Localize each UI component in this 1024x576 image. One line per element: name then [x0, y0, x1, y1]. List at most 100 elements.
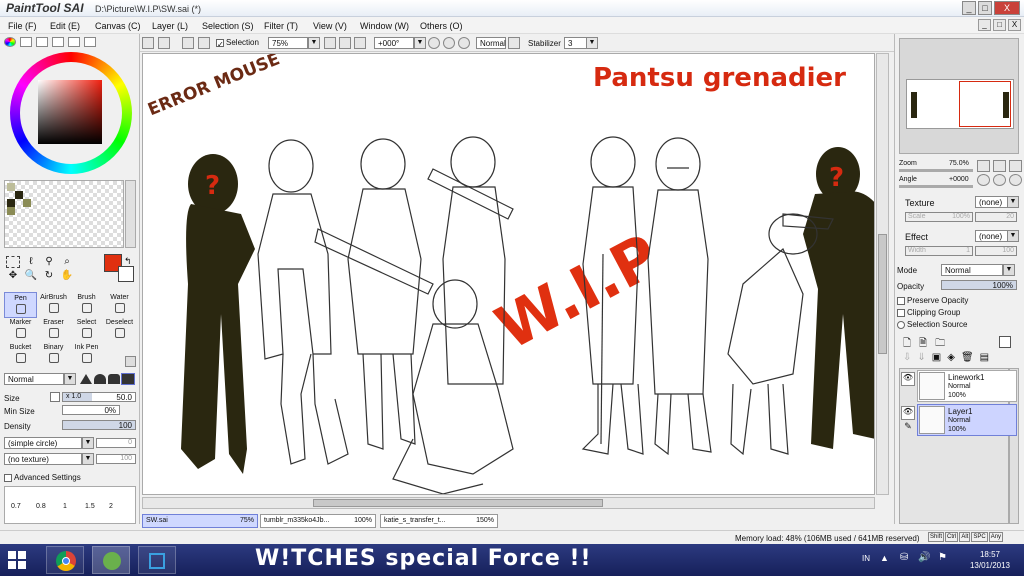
advanced-settings-toggle[interactable]: Advanced Settings — [4, 473, 81, 482]
maximize-button[interactable]: □ — [978, 1, 992, 15]
color-wheel-tab-icon[interactable] — [4, 37, 16, 47]
doc-minimize-button[interactable]: _ — [978, 19, 991, 31]
tool-marker[interactable]: Marker — [4, 317, 37, 343]
edge-hard-icon[interactable] — [80, 374, 92, 384]
canvas-vertical-scrollbar[interactable] — [876, 53, 889, 495]
menu-layer[interactable]: Layer (L) — [152, 21, 188, 31]
selection-source-radio[interactable] — [897, 320, 905, 329]
eye-icon[interactable]: 👁 — [901, 372, 915, 386]
windows-start-icon[interactable] — [8, 551, 26, 569]
menu-others[interactable]: Others (O) — [420, 21, 463, 31]
apply-mask-icon[interactable]: ▣ — [932, 352, 941, 363]
explorer-taskbar-icon[interactable] — [138, 546, 176, 574]
rotate-icon[interactable]: ↻ — [42, 270, 56, 282]
nav-rotate-reset-button[interactable] — [1009, 174, 1022, 186]
merge-down-icon[interactable]: ⇓ — [917, 352, 925, 363]
size-preset-0-7[interactable]: 0.7 — [11, 503, 21, 510]
menu-canvas[interactable]: Canvas (C) — [95, 21, 141, 31]
nav-angle-slider[interactable] — [899, 185, 973, 188]
user-swatch-tab-icon[interactable] — [84, 37, 96, 47]
brush-shape-select[interactable]: (simple circle) — [4, 437, 82, 449]
size-preset-0-8[interactable]: 0.8 — [36, 503, 46, 510]
edge-flat-icon[interactable] — [121, 373, 135, 385]
effect-width-slider[interactable]: Width 1 — [905, 246, 973, 256]
new-folder-icon[interactable]: 🗀 — [935, 336, 945, 353]
minimize-button[interactable]: _ — [962, 1, 976, 15]
transfer-down-icon[interactable]: ⇩ — [903, 352, 911, 363]
document-tab-katie[interactable]: katie_s_transfer_t... 150% — [380, 514, 498, 528]
swatches-tab-icon[interactable] — [52, 37, 64, 47]
drawing-canvas[interactable]: ERROR MOUSE Pantsu grenadier W.I.P ? ? — [142, 53, 875, 495]
preserve-opacity-option[interactable]: Preserve Opacity — [897, 296, 968, 305]
nav-zoom-reset-button[interactable] — [1009, 160, 1022, 172]
navigator-preview[interactable] — [899, 38, 1019, 154]
rgb-slider-tab-icon[interactable] — [20, 37, 32, 47]
zoom-tool-icon[interactable]: ⌕ — [60, 256, 74, 268]
edge-soft-icon[interactable] — [94, 374, 106, 384]
layer-mode-select[interactable]: Normal — [941, 264, 1003, 276]
chevron-down-icon[interactable]: ▼ — [1003, 264, 1015, 276]
chevron-down-icon[interactable]: ▼ — [414, 37, 426, 49]
edge-medium-icon[interactable] — [108, 374, 120, 384]
layer-mask-icon[interactable] — [999, 336, 1011, 348]
opacity-slider[interactable]: 100% — [941, 280, 1017, 290]
doc-maximize-button[interactable]: □ — [993, 19, 1006, 31]
view-mode-select[interactable]: Normal — [476, 37, 506, 49]
menu-window[interactable]: Window (W) — [360, 21, 409, 31]
rotate-right-button[interactable] — [443, 37, 455, 49]
scratchpad-tab-icon[interactable] — [68, 37, 80, 47]
chevron-down-icon[interactable]: ▼ — [586, 37, 598, 49]
chevron-down-icon[interactable]: ▼ — [308, 37, 320, 49]
rotation-select[interactable]: +000° — [374, 37, 414, 49]
system-clock[interactable]: 18:57 13/01/2013 — [970, 549, 1010, 571]
paint-tool-taskbar-icon[interactable] — [92, 546, 130, 574]
rotate-reset-button[interactable] — [458, 37, 470, 49]
volume-icon[interactable]: 🔊 — [918, 552, 930, 563]
zoom-select[interactable]: 75% — [268, 37, 308, 49]
flip-horizontal-button[interactable] — [508, 37, 520, 49]
zoom-in-button[interactable] — [339, 37, 351, 49]
selection-checkbox[interactable]: ✓ — [216, 38, 224, 49]
rotate-left-button[interactable] — [428, 37, 440, 49]
zoom-out-button[interactable] — [324, 37, 336, 49]
swap-colors-icon[interactable]: ↰ — [124, 256, 132, 267]
delete-layer-icon[interactable]: 🗑 — [961, 352, 974, 363]
min-size-slider[interactable]: 0% — [62, 405, 120, 415]
clear-layer-icon[interactable]: ◈ — [947, 352, 955, 363]
layer-item-linework1[interactable]: Linework1 Normal 100% — [917, 370, 1017, 402]
vertical-scroll-thumb[interactable] — [878, 234, 887, 354]
document-tab-tumblr[interactable]: tumblr_m335ko4Jb... 100% — [260, 514, 376, 528]
tool-pen[interactable]: Pen — [4, 292, 37, 318]
tool-brush[interactable]: Brush — [70, 292, 103, 318]
nav-zoom-out-button[interactable] — [977, 160, 990, 172]
menu-file[interactable]: File (F) — [8, 21, 37, 31]
hsv-slider-tab-icon[interactable] — [36, 37, 48, 47]
zoom-icon[interactable]: 🔍 — [24, 270, 38, 282]
doc-close-button[interactable]: X — [1008, 19, 1021, 31]
hand-icon[interactable]: ✋ — [60, 270, 74, 282]
rect-select-icon[interactable] — [6, 256, 20, 268]
chevron-down-icon[interactable]: ▼ — [64, 373, 76, 385]
undo-button[interactable] — [142, 37, 154, 49]
selection-source-option[interactable]: Selection Source — [897, 320, 967, 329]
clipping-group-checkbox[interactable] — [897, 308, 905, 317]
menu-view[interactable]: View (V) — [313, 21, 347, 31]
tool-scroll-button[interactable] — [125, 356, 136, 367]
move-icon[interactable]: ✥ — [6, 270, 20, 282]
swatch-scrollbar[interactable] — [125, 180, 136, 248]
menu-selection[interactable]: Selection (S) — [202, 21, 254, 31]
language-indicator[interactable]: IN — [862, 554, 870, 563]
swatch-grid[interactable] — [4, 180, 124, 248]
texture-strength-input[interactable]: 20 — [975, 212, 1017, 222]
texture-strength-slider[interactable]: 100 — [96, 454, 136, 464]
tool-eraser[interactable]: Eraser — [37, 317, 70, 343]
action-center-icon[interactable]: ⚑ — [938, 552, 947, 563]
size-preset-1-5[interactable]: 1.5 — [85, 503, 95, 510]
chevron-down-icon[interactable]: ▼ — [1007, 230, 1019, 242]
canvas-horizontal-scrollbar[interactable] — [142, 497, 875, 509]
redo-button[interactable] — [158, 37, 170, 49]
effect-strength-input[interactable]: 100 — [975, 246, 1017, 256]
texture-scale-slider[interactable]: Scale 100% — [905, 212, 973, 222]
density-slider[interactable]: 100 — [62, 420, 136, 430]
menu-filter[interactable]: Filter (T) — [264, 21, 298, 31]
